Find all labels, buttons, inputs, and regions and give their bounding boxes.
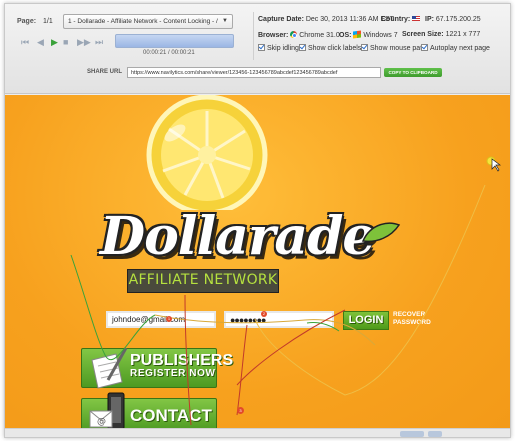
scrollbar-thumb[interactable] [400,431,424,437]
country: Country: [381,16,421,23]
autoplay-next-option[interactable]: Autoplay next page [421,44,490,52]
os: OS: Windows 7 [339,30,398,39]
share-url-label: SHARE URL [87,69,123,75]
chrome-icon [290,31,298,38]
recorded-page-view: Dollarade AFFILIATE NETWORK johndoe@gmai… [5,95,510,428]
toolbar-divider [253,12,254,60]
mouse-path-overlay [70,156,502,426]
session-replay-window: Page: 1/1 1 - Dollarade - Affiliate Netw… [4,3,511,438]
cursor-icon [491,158,502,172]
click-marker: 1 [166,316,172,322]
replay-toolbar: Page: 1/1 1 - Dollarade - Affiliate Netw… [5,4,510,94]
checkbox-checked-icon[interactable] [299,44,306,51]
last-frame-icon[interactable]: ⏭ [95,37,103,48]
us-flag-icon [412,16,421,21]
playback-time: 00:00:21 / 00:00:21 [143,50,195,56]
share-url-input[interactable]: https://www.navilytics.com/share/viewer/… [127,67,381,78]
click-marker: 3 [237,407,244,414]
click-marker: 2 [261,311,267,317]
show-mouse-path-option[interactable]: Show mouse path [361,44,426,52]
checkbox-checked-icon[interactable] [361,44,368,51]
playback-progress-bar[interactable] [115,34,234,48]
scrollbar-thumb[interactable] [428,431,442,437]
show-click-labels-option[interactable]: Show click labels [299,44,361,52]
ip-address: IP: 67.175.200.25 [425,16,481,23]
horizontal-scrollbar[interactable] [5,428,510,437]
screen-size: Screen Size: 1221 x 777 [402,31,481,38]
page-select[interactable]: 1 - Dollarade - Affiliate Network - Cont… [63,14,233,29]
checkbox-checked-icon[interactable] [421,44,428,51]
browser: Browser: Chrome 31.0 [258,31,340,39]
page-value: 1/1 [43,18,53,25]
next-frame-icon[interactable]: ▶▶ [77,37,91,48]
chevron-down-icon: ▼ [222,18,228,24]
stop-icon[interactable]: ■ [63,37,68,47]
page-select-value: 1 - Dollarade - Affiliate Network - Cont… [68,18,218,25]
checkbox-checked-icon[interactable] [258,44,265,51]
skip-idling-option[interactable]: Skip idling [258,44,299,52]
copy-to-clipboard-button[interactable]: COPY TO CLIPBOARD [384,68,442,77]
play-icon[interactable]: ▶ [51,37,58,48]
first-frame-icon[interactable]: ⏮ [21,37,29,48]
prev-frame-icon[interactable]: ◀ [37,37,44,48]
page-label: Page: [17,18,37,25]
windows-icon [353,30,362,39]
capture-date: Capture Date: Dec 30, 2013 11:36 AM EST [258,16,395,23]
